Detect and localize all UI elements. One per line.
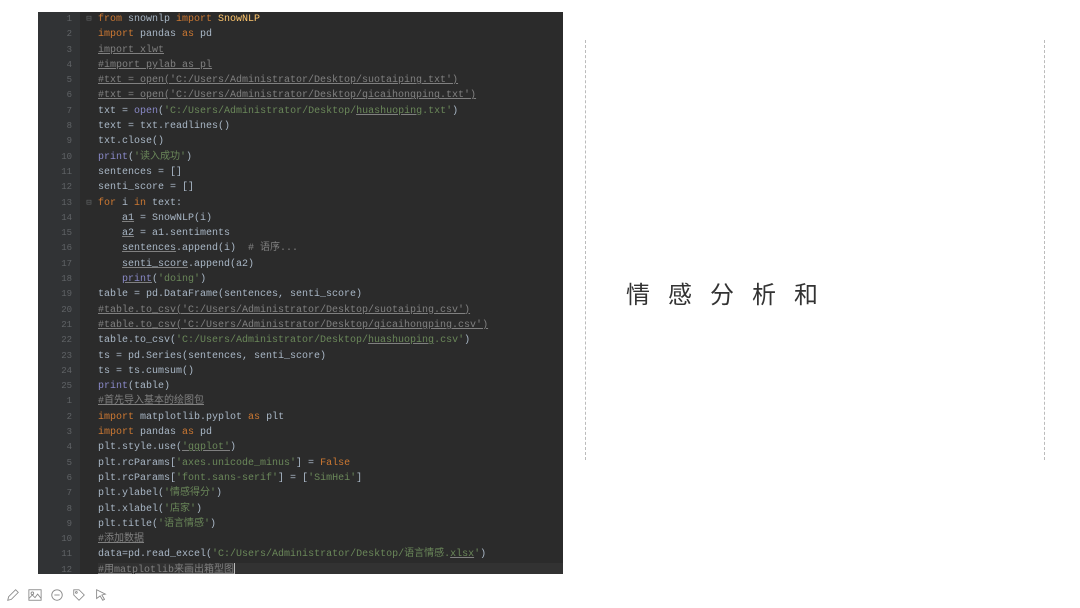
code-line[interactable]: plt.style.use('ggplot') [98,440,563,455]
line-number: 4 [38,440,72,455]
code-line[interactable]: sentences = [] [98,165,563,180]
line-number: 22 [38,333,72,348]
code-line[interactable]: #用matplotlib来画出箱型图 [98,563,563,574]
line-number: 6 [38,88,72,103]
line-number: 15 [38,226,72,241]
gutter: 1234567891011121314151617181920212223242… [38,12,80,574]
line-number: 6 [38,471,72,486]
code-line[interactable]: from snownlp import SnowNLP [98,12,563,27]
line-number: 2 [38,27,72,42]
code-line[interactable]: senti_score.append(a2) [98,257,563,272]
code-line[interactable]: print('读入成功') [98,150,563,165]
link-icon[interactable] [50,588,64,602]
line-number: 24 [38,364,72,379]
line-number: 18 [38,272,72,287]
pencil-icon[interactable] [6,588,20,602]
line-number: 5 [38,73,72,88]
line-number: 12 [38,180,72,195]
code-line[interactable]: import xlwt [98,43,563,58]
code-line[interactable]: table = pd.DataFrame(sentences, senti_sc… [98,287,563,302]
code-line[interactable]: #txt = open('C:/Users/Administrator/Desk… [98,88,563,103]
code-area[interactable]: from snownlp import SnowNLPimport pandas… [98,12,563,574]
line-number: 14 [38,211,72,226]
line-number: 7 [38,486,72,501]
code-line[interactable]: data=pd.read_excel('C:/Users/Administrat… [98,547,563,562]
line-number: 13 [38,196,72,211]
line-number: 23 [38,349,72,364]
line-number: 1 [38,12,72,27]
code-line[interactable]: txt = open('C:/Users/Administrator/Deskt… [98,104,563,119]
code-line[interactable]: a1 = SnowNLP(i) [98,211,563,226]
line-number: 9 [38,134,72,149]
line-number: 11 [38,547,72,562]
line-number: 11 [38,165,72,180]
line-number: 1 [38,394,72,409]
tag-icon[interactable] [72,588,86,602]
code-line[interactable]: text = txt.readlines() [98,119,563,134]
line-number: 3 [38,425,72,440]
code-line[interactable]: table.to_csv('C:/Users/Administrator/Des… [98,333,563,348]
code-line[interactable]: #import pylab as pl [98,58,563,73]
code-editor[interactable]: 1234567891011121314151617181920212223242… [38,12,563,574]
code-line[interactable]: print('doing') [98,272,563,287]
line-number: 25 [38,379,72,394]
line-number: 20 [38,303,72,318]
line-number: 3 [38,43,72,58]
code-line[interactable]: plt.title('语言情感') [98,517,563,532]
code-line[interactable]: plt.ylabel('情感得分') [98,486,563,501]
code-line[interactable]: ts = ts.cumsum() [98,364,563,379]
slide-title: 情感分析和 [626,275,836,310]
fold-marker[interactable]: ⊟ [84,196,94,211]
code-line[interactable]: senti_score = [] [98,180,563,195]
code-line[interactable]: import pandas as pd [98,425,563,440]
line-number: 8 [38,119,72,134]
line-number: 19 [38,287,72,302]
line-number: 7 [38,104,72,119]
line-number: 10 [38,532,72,547]
code-line[interactable]: plt.rcParams['font.sans-serif'] = ['SimH… [98,471,563,486]
code-line[interactable]: plt.xlabel('店家') [98,502,563,517]
line-number: 21 [38,318,72,333]
right-panel: 情感分析和 [585,40,1045,460]
image-icon[interactable] [28,588,42,602]
line-number: 12 [38,563,72,574]
line-number: 8 [38,502,72,517]
code-line[interactable]: #table.to_csv('C:/Users/Administrator/De… [98,318,563,333]
code-line[interactable]: #table.to_csv('C:/Users/Administrator/De… [98,303,563,318]
code-line[interactable]: #添加数据 [98,532,563,547]
code-line[interactable]: txt.close() [98,134,563,149]
line-number: 9 [38,517,72,532]
line-number: 2 [38,410,72,425]
code-line[interactable]: #首先导入基本的绘图包 [98,394,563,409]
cursor-icon[interactable] [94,588,108,602]
code-line[interactable]: print(table) [98,379,563,394]
line-number: 10 [38,150,72,165]
line-number: 4 [38,58,72,73]
code-line[interactable]: sentences.append(i) # 语序... [98,241,563,256]
bottom-toolbar [6,586,108,604]
text-caret [234,563,235,574]
code-line[interactable]: import matplotlib.pyplot as plt [98,410,563,425]
code-line[interactable]: ts = pd.Series(sentences, senti_score) [98,349,563,364]
code-line[interactable]: for i in text: [98,196,563,211]
line-number: 5 [38,456,72,471]
code-line[interactable]: plt.rcParams['axes.unicode_minus'] = Fal… [98,456,563,471]
code-line[interactable]: #txt = open('C:/Users/Administrator/Desk… [98,73,563,88]
code-line[interactable]: a2 = a1.sentiments [98,226,563,241]
line-number: 16 [38,241,72,256]
fold-marker[interactable]: ⊟ [84,12,94,27]
line-number: 17 [38,257,72,272]
code-line[interactable]: import pandas as pd [98,27,563,42]
